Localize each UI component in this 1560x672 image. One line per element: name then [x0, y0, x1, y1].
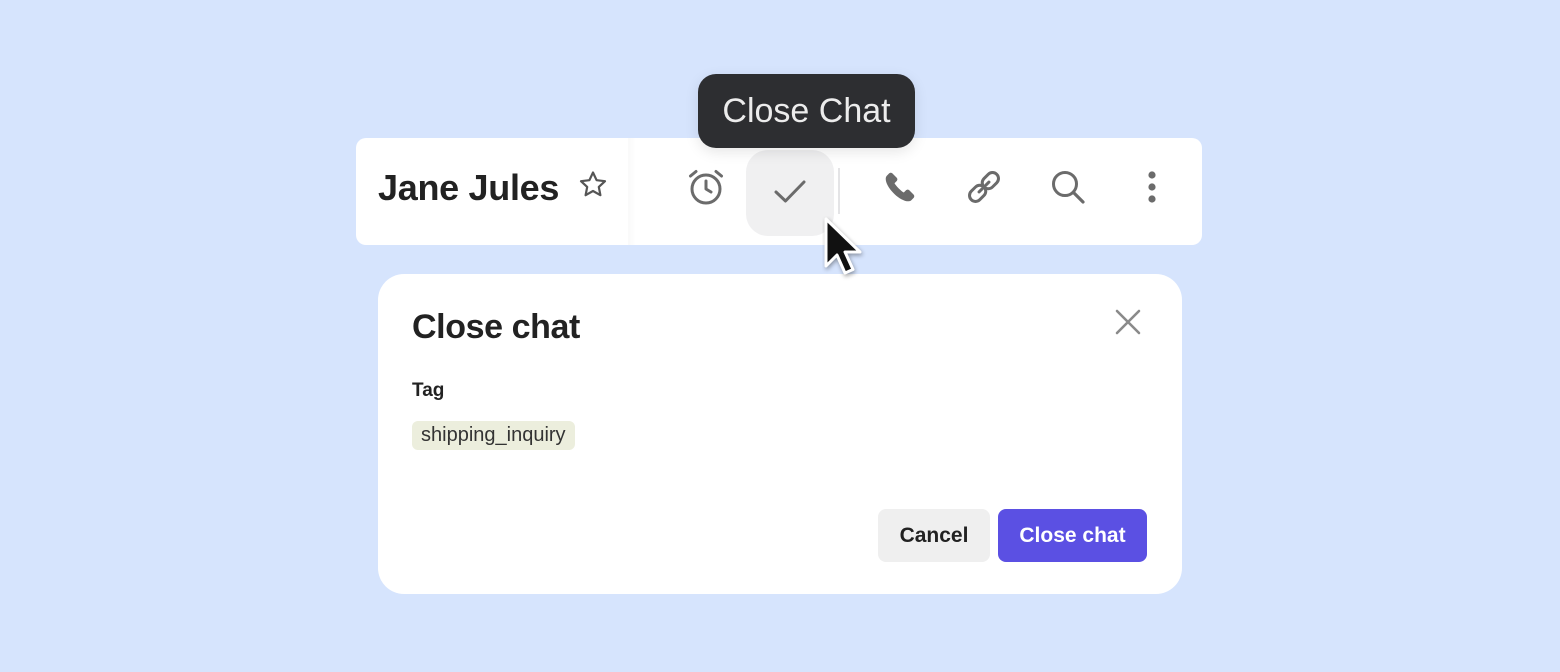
- close-chat-button[interactable]: [746, 150, 834, 236]
- toolbar-separator-shade: [628, 138, 636, 245]
- checkmark-icon: [770, 171, 810, 216]
- snooze-button[interactable]: [678, 161, 734, 217]
- close-chat-tooltip: Close Chat: [698, 74, 915, 148]
- confirm-close-chat-button[interactable]: Close chat: [998, 509, 1147, 562]
- search-button[interactable]: [1040, 161, 1096, 217]
- contact-name: Jane Jules: [378, 167, 560, 208]
- more-vertical-icon: [1132, 167, 1172, 212]
- search-icon: [1048, 167, 1088, 212]
- phone-icon: [880, 167, 920, 212]
- copy-link-button[interactable]: [956, 161, 1012, 217]
- close-chat-dialog: Close chat Tag shipping_inquiry Cancel C…: [378, 274, 1182, 594]
- tag-field-label: Tag: [412, 380, 445, 401]
- alarm-clock-icon: [686, 167, 726, 212]
- dialog-title: Close chat: [412, 308, 580, 346]
- toolbar-divider: [838, 168, 840, 214]
- chat-header-bar: Jane Jules: [356, 138, 1202, 245]
- mouse-cursor-icon: [822, 216, 870, 284]
- more-options-button[interactable]: [1124, 161, 1180, 217]
- cancel-button[interactable]: Cancel: [878, 509, 990, 562]
- dialog-close-button[interactable]: [1110, 306, 1146, 342]
- call-button[interactable]: [872, 161, 928, 217]
- tag-chip[interactable]: shipping_inquiry: [412, 421, 575, 450]
- star-icon[interactable]: [577, 169, 609, 201]
- link-icon: [964, 167, 1004, 212]
- close-icon: [1114, 308, 1142, 341]
